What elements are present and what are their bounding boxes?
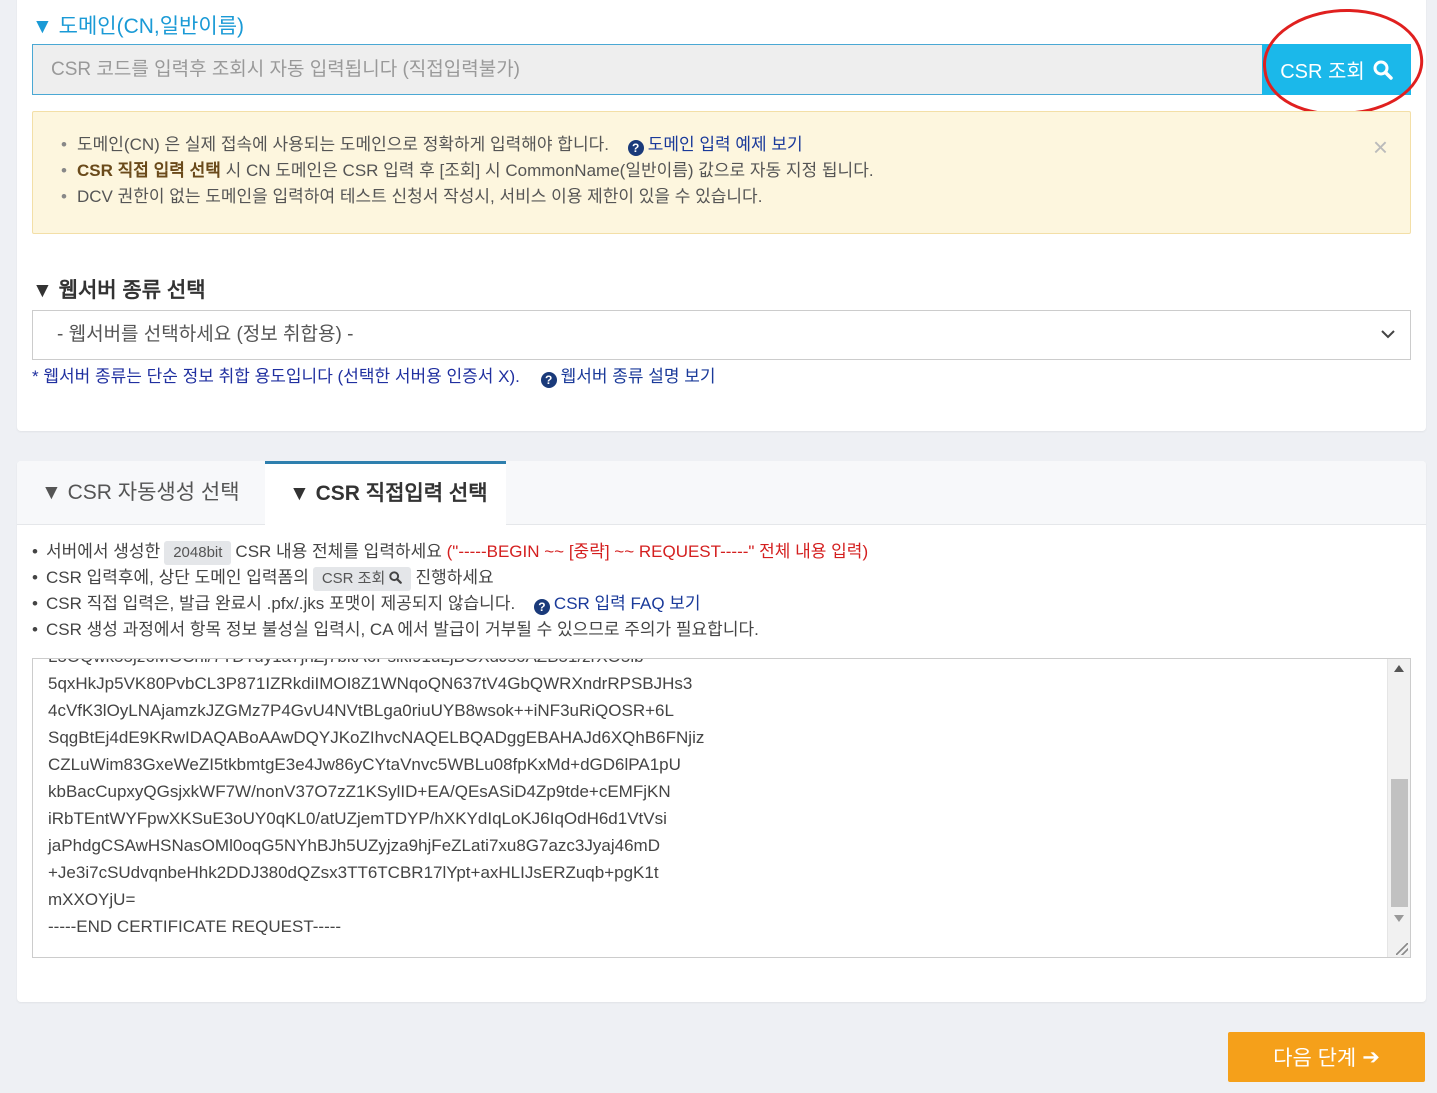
resize-handle-icon[interactable]	[1396, 943, 1408, 955]
arrow-right-icon: ➔	[1362, 1045, 1380, 1069]
csr-instructions: 서버에서 생성한2048bitCSR 내용 전체를 입력하세요 ("-----B…	[32, 539, 868, 643]
domain-notice-box: 도메인(CN) 은 실제 접속에 사용되는 도메인으로 정확하게 입력해야 합니…	[32, 111, 1411, 234]
search-icon	[389, 571, 403, 584]
next-step-button[interactable]: 다음 단계 ➔	[1228, 1032, 1425, 1082]
question-icon: ?	[540, 372, 557, 388]
chevron-down-icon	[1381, 330, 1395, 339]
csr-lookup-badge: CSR 조회	[312, 567, 412, 591]
question-icon: ?	[627, 140, 644, 156]
close-icon[interactable]: ×	[1373, 132, 1388, 163]
next-step-label: 다음 단계	[1273, 1047, 1357, 1070]
tab-csr-direct[interactable]: ▼ CSR 직접입력 선택	[265, 461, 506, 526]
tab-csr-auto[interactable]: ▼ CSR 자동생성 선택	[17, 461, 265, 525]
notice-line-1: 도메인(CN) 은 실제 접속에 사용되는 도메인으로 정확하게 입력해야 합니…	[61, 132, 1382, 158]
csr-tabs: ▼ CSR 자동생성 선택 ▼ CSR 직접입력 선택	[17, 461, 1426, 526]
instruction-line-2: CSR 입력후에, 상단 도메인 입력폼의CSR 조회 진행하세요	[32, 565, 868, 591]
webserver-note: * 웹서버 종류는 단순 정보 취합 용도입니다 (선택한 서버용 인증서 X)…	[32, 367, 716, 388]
instruction-line-3: CSR 직접 입력은, 발급 완료시 .pfx/.jks 포맷이 제공되지 않습…	[32, 591, 868, 617]
csr-textarea[interactable]: L5OQwk55jz6MGCni/7TDTuy1a7jhZj7bkA6Pslkl…	[32, 658, 1411, 958]
csr-lookup-label: CSR 조회	[1280, 61, 1365, 83]
domain-cn-input[interactable]: CSR 코드를 입력후 조회시 자동 입력됩니다 (직접입력불가)	[32, 44, 1262, 95]
csr-card: ▼ CSR 자동생성 선택 ▼ CSR 직접입력 선택 서버에서 생성한2048…	[17, 461, 1426, 1002]
bit-badge: 2048bit	[164, 541, 232, 565]
search-icon	[1373, 60, 1393, 80]
webserver-select[interactable]: - 웹서버를 선택하세요 (정보 취합용) -	[32, 310, 1411, 360]
textarea-scrollbar[interactable]	[1387, 659, 1410, 957]
csr-faq-link[interactable]: ? CSR 입력 FAQ 보기	[533, 594, 701, 615]
notice-line-2: CSR 직접 입력 선택 시 CN 도메인은 CSR 입력 후 [조회] 시 C…	[61, 158, 1382, 184]
domain-example-link[interactable]: ? 도메인 입력 예제 보기	[627, 135, 803, 156]
webserver-section-title: ▼ 웹서버 종류 선택	[32, 279, 206, 302]
csr-text-content: L5OQwk55jz6MGCni/7TDTuy1a7jhZj7bkA6Pslkl…	[48, 659, 705, 936]
scroll-thumb[interactable]	[1391, 779, 1408, 907]
domain-section-title: ▼ 도메인(CN,일반이름)	[32, 15, 245, 38]
instruction-line-1: 서버에서 생성한2048bitCSR 내용 전체를 입력하세요 ("-----B…	[32, 539, 868, 565]
scroll-up-icon[interactable]	[1394, 665, 1404, 672]
webserver-select-value: - 웹서버를 선택하세요 (정보 취합용) -	[57, 324, 354, 345]
domain-card: ▼ 도메인(CN,일반이름) CSR 코드를 입력후 조회시 자동 입력됩니다 …	[17, 0, 1429, 431]
instruction-line-4: CSR 생성 과정에서 항목 정보 불성실 입력시, CA 에서 발급이 거부될…	[32, 617, 868, 643]
csr-lookup-button[interactable]: CSR 조회	[1262, 44, 1411, 95]
question-icon: ?	[533, 599, 550, 615]
webserver-help-link[interactable]: ? 웹서버 종류 설명 보기	[540, 367, 716, 388]
notice-line-3: DCV 권한이 없는 도메인을 입력하여 테스트 신청서 작성시, 서비스 이용…	[61, 184, 1382, 210]
scroll-down-icon[interactable]	[1394, 915, 1404, 922]
